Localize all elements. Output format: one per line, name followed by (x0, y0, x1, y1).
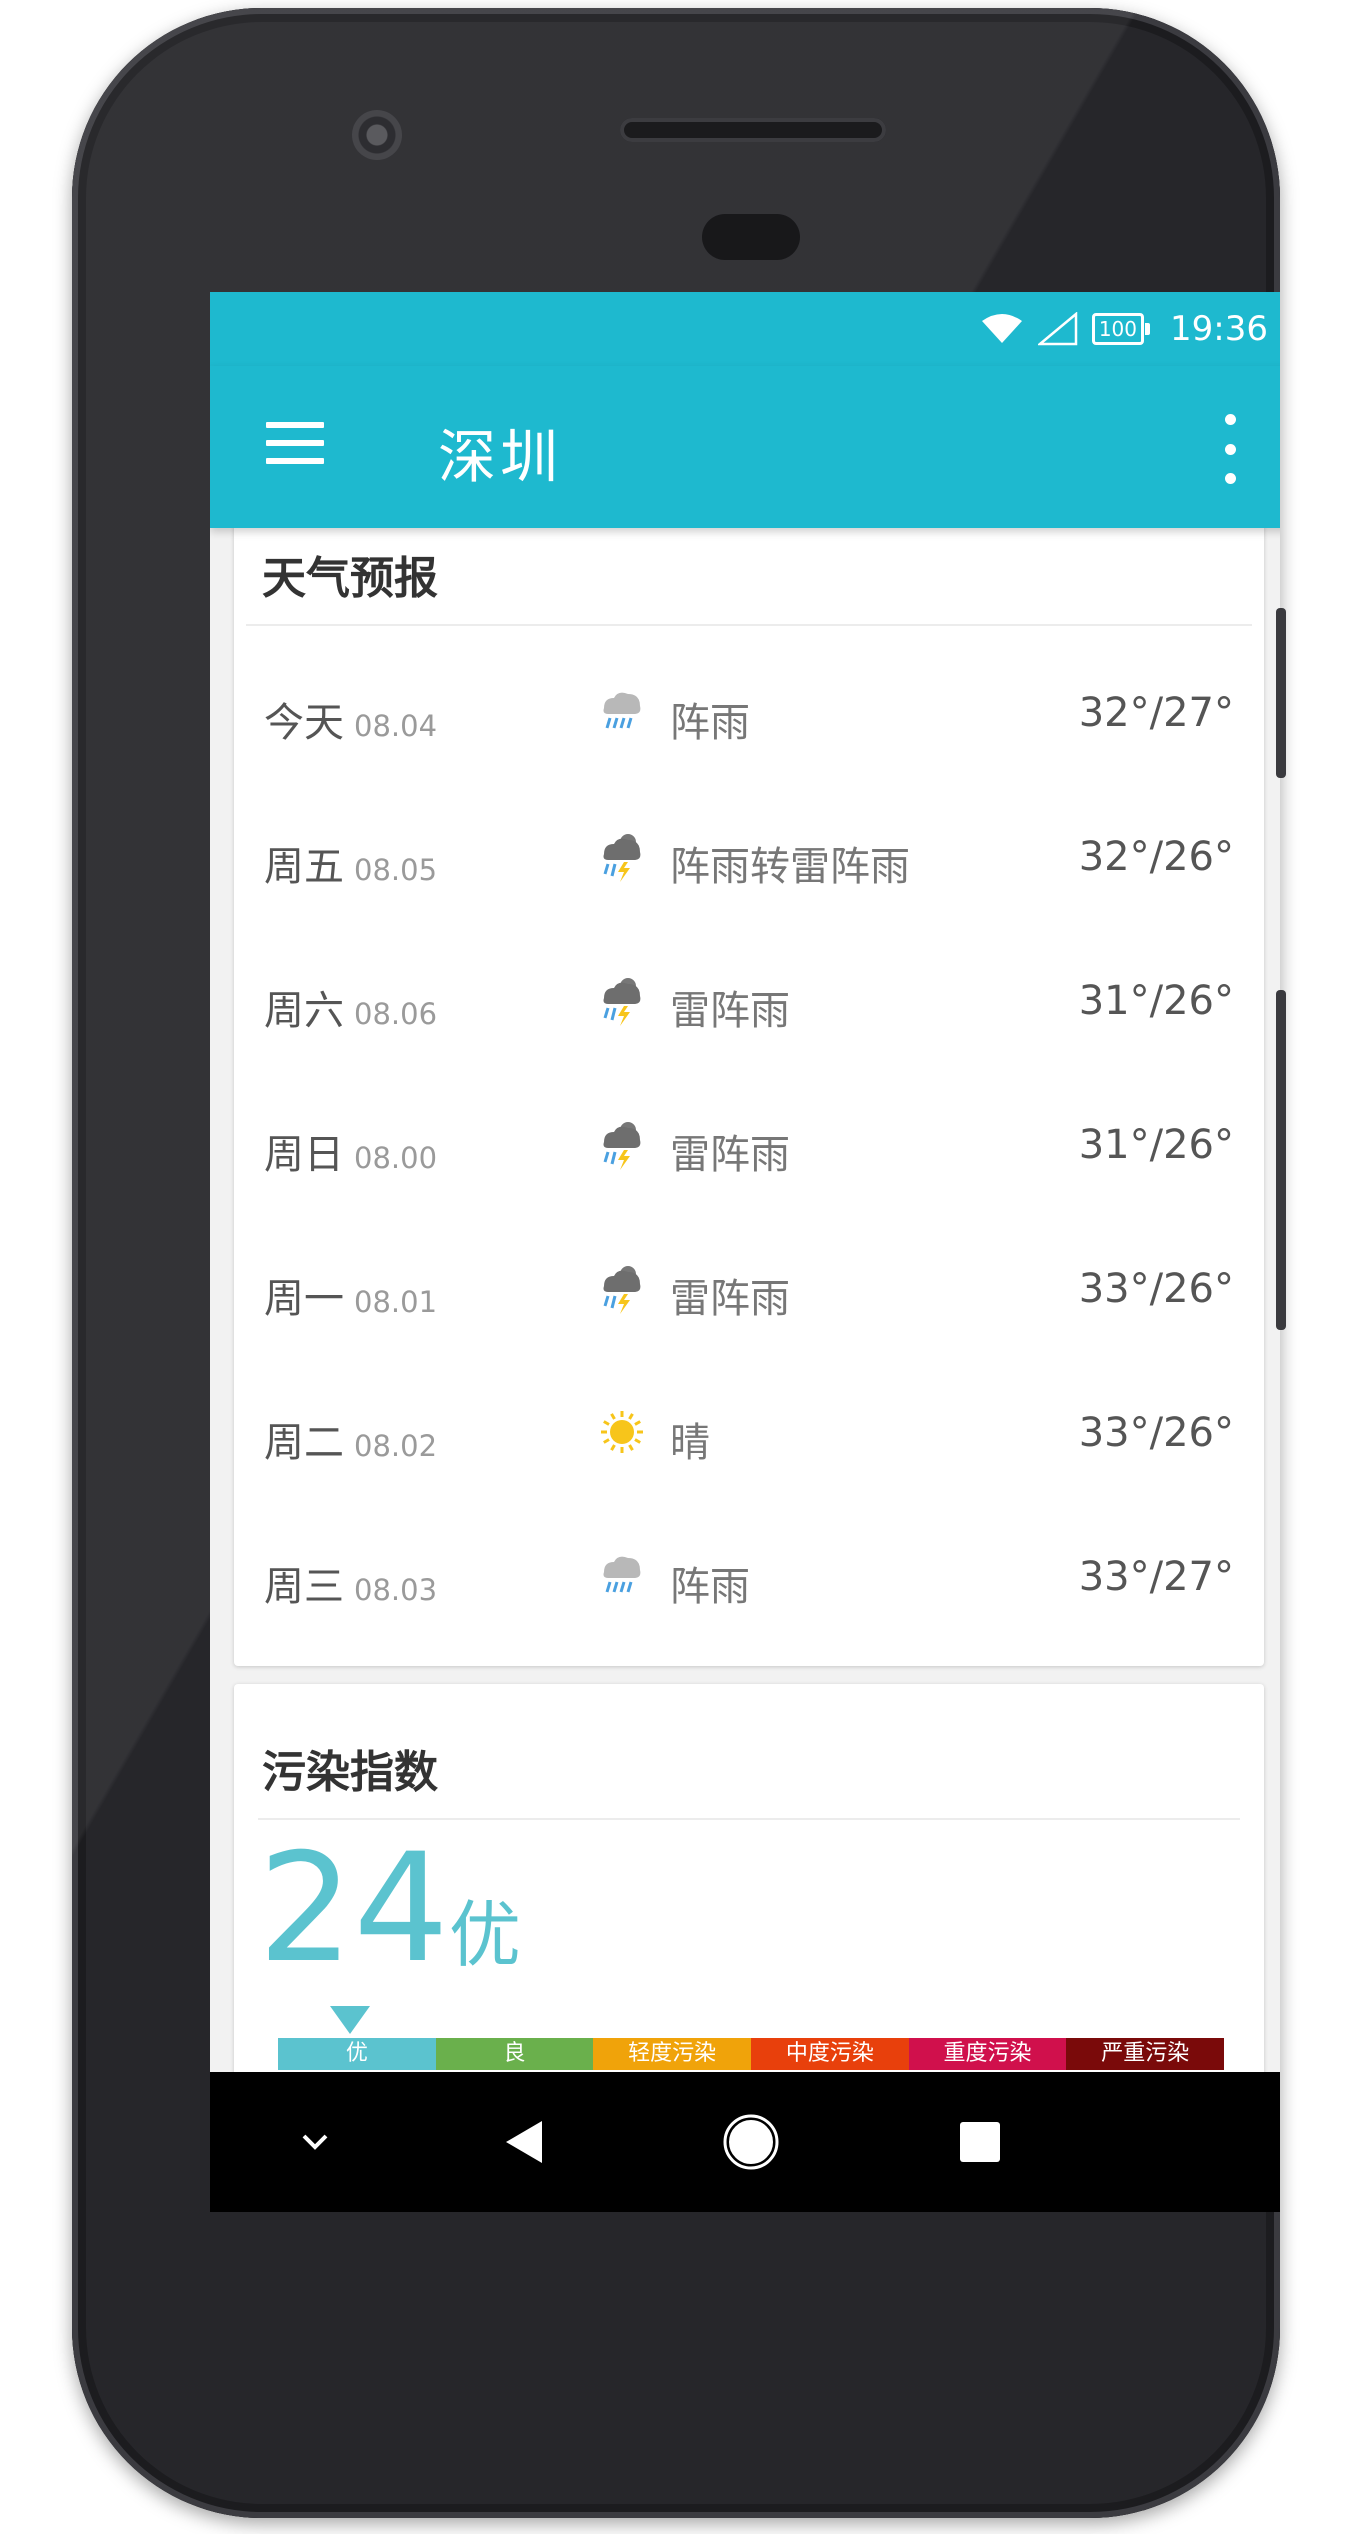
weather-condition: 雷阵雨 (670, 1276, 790, 1322)
forecast-day: 周三 08.03 (264, 1554, 437, 1612)
aqi-scale-segment: 中度污染 (751, 2038, 909, 2070)
day-date: 08.06 (354, 997, 438, 1031)
weather-condition: 阵雨转雷阵雨 (670, 844, 910, 890)
forecast-title: 天气预报 (262, 553, 438, 604)
day-label: 周二 (264, 1420, 344, 1466)
weather-condition: 雷阵雨 (670, 1132, 790, 1178)
screen: 100 19:36 深圳 天气预报 今天 08.04 阵雨 32°/27° 周五… (210, 292, 1280, 2212)
aqi-scale-bar: 优良轻度污染 中度污染 重度污染 严重污染 (278, 2038, 1225, 2070)
more-options-icon[interactable] (1218, 414, 1242, 484)
back-button[interactable] (464, 2072, 584, 2212)
aqi-scale-segment: 良 (435, 2038, 594, 2070)
app-toolbar: 深圳 (210, 366, 1280, 528)
day-date: 08.02 (354, 1429, 438, 1463)
main-content[interactable]: 天气预报 今天 08.04 阵雨 32°/27° 周五 08.05 阵雨转雷阵雨 32°/… (210, 528, 1280, 2072)
front-camera (352, 110, 402, 160)
home-button[interactable] (686, 2072, 816, 2212)
battery-icon: 100 (1091, 313, 1151, 345)
forecast-row[interactable]: 今天 08.04 阵雨 32°/27° (234, 646, 1264, 790)
temperature-range: 33°/26° (1078, 1410, 1234, 1456)
forecast-row[interactable]: 周五 08.05 阵雨转雷阵雨 32°/26° (234, 790, 1264, 934)
forecast-day: 周六 08.06 (264, 978, 437, 1036)
chevron-down-icon[interactable] (270, 2072, 360, 2212)
recents-button[interactable] (920, 2072, 1040, 2212)
back-triangle-icon (506, 2121, 542, 2163)
shower-rain-icon (598, 686, 646, 738)
forecast-day: 周五 08.05 (264, 834, 437, 892)
aqi-scale-segment: 严重污染 (1066, 2038, 1225, 2070)
temperature-range: 31°/26° (1078, 1122, 1234, 1168)
phone-frame: 100 19:36 深圳 天气预报 今天 08.04 阵雨 32°/27° 周五… (72, 8, 1280, 2518)
thunder-shower-icon (598, 1118, 646, 1170)
wifi-icon (980, 313, 1024, 345)
weather-condition: 阵雨 (670, 1564, 750, 1610)
aqi-card: 污染指数 24优 优良轻度污染 中度污染 重度污染 严重污染 (234, 1684, 1264, 2072)
weather-condition: 晴 (670, 1420, 710, 1466)
day-label: 周五 (264, 844, 344, 890)
clock: 19:36 (1170, 309, 1268, 349)
forecast-row[interactable]: 周日 08.00 雷阵雨 31°/26° (234, 1078, 1264, 1222)
day-label: 今天 (264, 700, 344, 746)
day-date: 08.04 (354, 709, 438, 743)
power-button (1276, 608, 1286, 778)
recents-square-icon (960, 2122, 1000, 2162)
home-circle-icon (723, 2114, 779, 2170)
forecast-card: 天气预报 今天 08.04 阵雨 32°/27° 周五 08.05 阵雨转雷阵雨 32°/… (234, 528, 1264, 1666)
aqi-reading: 24优 (258, 1834, 521, 1984)
aqi-scale-segment: 优 (278, 2038, 436, 2070)
aqi-level: 优 (448, 1893, 521, 1977)
day-date: 08.03 (354, 1573, 438, 1607)
day-label: 周六 (264, 988, 344, 1034)
cell-signal-icon (1037, 312, 1078, 346)
navigation-bar (210, 2072, 1280, 2212)
temperature-range: 32°/26° (1078, 834, 1234, 880)
weather-condition: 雷阵雨 (670, 988, 790, 1034)
temperature-range: 31°/26° (1078, 978, 1234, 1024)
shower-rain-icon (598, 1550, 646, 1602)
forecast-day: 周日 08.00 (264, 1122, 437, 1180)
aqi-divider (258, 1818, 1240, 1820)
thunder-shower-icon (598, 830, 646, 882)
forecast-row[interactable]: 周六 08.06 雷阵雨 31°/26° (234, 934, 1264, 1078)
aqi-title: 污染指数 (262, 1747, 438, 1798)
forecast-day: 今天 08.04 (264, 690, 437, 748)
hamburger-menu-icon[interactable] (266, 422, 324, 472)
status-bar: 100 19:36 (210, 292, 1280, 366)
day-label: 周三 (264, 1564, 344, 1610)
forecast-day: 周一 08.01 (264, 1266, 437, 1324)
sunny-icon (598, 1406, 646, 1458)
earpiece-speaker (620, 118, 886, 142)
forecast-day: 周二 08.02 (264, 1410, 437, 1468)
aqi-value: 24 (258, 1822, 449, 1996)
forecast-row[interactable]: 周三 08.03 阵雨 33°/27° (234, 1510, 1264, 1654)
day-label: 周一 (264, 1276, 344, 1322)
forecast-divider (246, 624, 1252, 626)
thunder-shower-icon (598, 974, 646, 1026)
day-label: 周日 (264, 1132, 344, 1178)
volume-rocker (1276, 990, 1286, 1330)
forecast-row[interactable]: 周一 08.01 雷阵雨 33°/26° (234, 1222, 1264, 1366)
temperature-range: 33°/26° (1078, 1266, 1234, 1312)
temperature-range: 33°/27° (1078, 1554, 1234, 1600)
thunder-shower-icon (598, 1262, 646, 1314)
day-date: 08.00 (354, 1141, 438, 1175)
aqi-pointer (330, 2006, 370, 2034)
proximity-sensor (702, 214, 800, 260)
aqi-scale-segment: 重度污染 (908, 2038, 1067, 2070)
weather-condition: 阵雨 (670, 700, 750, 746)
city-title: 深圳 (438, 423, 563, 491)
aqi-scale-segment: 轻度污染 (593, 2038, 752, 2070)
day-date: 08.01 (354, 1285, 438, 1319)
forecast-row[interactable]: 周二 08.02 晴 33°/26° (234, 1366, 1264, 1510)
day-date: 08.05 (354, 853, 438, 887)
temperature-range: 32°/27° (1078, 690, 1234, 736)
